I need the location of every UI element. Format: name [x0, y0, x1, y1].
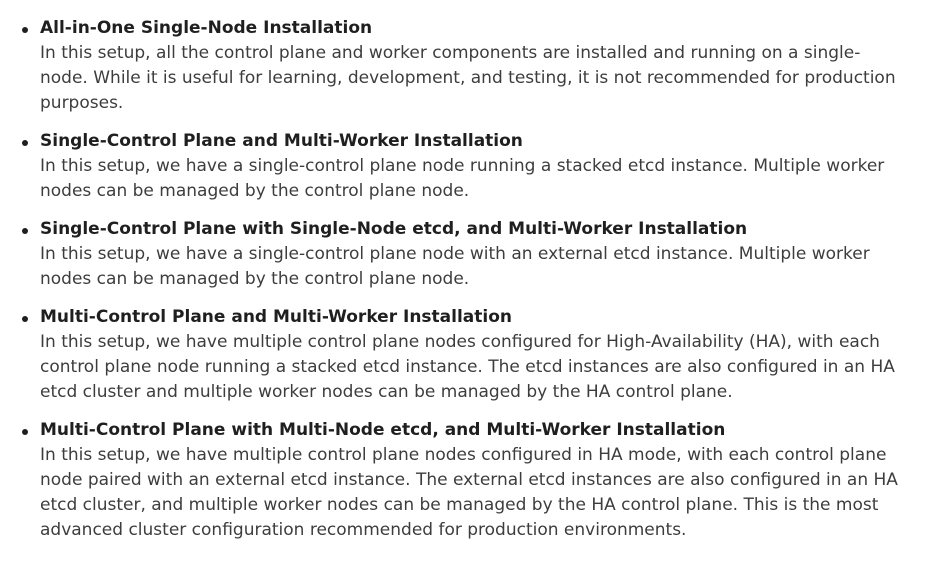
item-description-line: advanced cluster configuration recommend…	[40, 520, 687, 540]
installation-types-list: All-in-One Single-Node Installation In t…	[0, 16, 927, 543]
item-description-line: In this setup, we have multiple control …	[40, 332, 880, 352]
item-description-line: purposes.	[40, 93, 124, 113]
item-title: All-in-One Single-Node Installation	[40, 18, 373, 38]
item-title: Multi-Control Plane and Multi-Worker Ins…	[40, 307, 513, 327]
item-description-line: In this setup, we have multiple control …	[40, 445, 887, 465]
item-description-line: In this setup, all the control plane and…	[40, 43, 861, 63]
list-item-single-control-plane: Single-Control Plane and Multi-Worker In…	[0, 129, 927, 204]
item-description-line: control plane node running a stacked etc…	[40, 357, 895, 377]
item-title: Single-Control Plane with Single-Node et…	[40, 219, 748, 239]
list-item-multi-control-plane: Multi-Control Plane and Multi-Worker Ins…	[0, 305, 927, 405]
item-description-line: nodes can be managed by the control plan…	[40, 269, 470, 289]
list-item-multi-control-plane-external-etcd: Multi-Control Plane with Multi-Node etcd…	[0, 418, 927, 543]
bullet-icon	[22, 429, 28, 435]
item-description-line: In this setup, we have a single-control …	[40, 244, 870, 264]
bullet-icon	[22, 228, 28, 234]
item-title: Single-Control Plane and Multi-Worker In…	[40, 131, 523, 151]
list-item-single-control-plane-external-etcd: Single-Control Plane with Single-Node et…	[0, 217, 927, 292]
document-page: All-in-One Single-Node Installation In t…	[0, 16, 927, 573]
bullet-icon	[22, 316, 28, 322]
bullet-icon	[22, 140, 28, 146]
item-description-line: In this setup, we have a single-control …	[40, 156, 885, 176]
item-description-line: node. While it is useful for learning, d…	[40, 68, 896, 88]
item-title: Multi-Control Plane with Multi-Node etcd…	[40, 420, 726, 440]
item-description-line: nodes can be managed by the control plan…	[40, 181, 470, 201]
list-item-all-in-one: All-in-One Single-Node Installation In t…	[0, 16, 927, 116]
item-description-line: node paired with an external etcd instan…	[40, 470, 898, 490]
bullet-icon	[22, 27, 28, 33]
item-description-line: etcd cluster, and multiple worker nodes …	[40, 495, 879, 515]
item-description-line: etcd cluster and multiple worker nodes c…	[40, 382, 733, 402]
